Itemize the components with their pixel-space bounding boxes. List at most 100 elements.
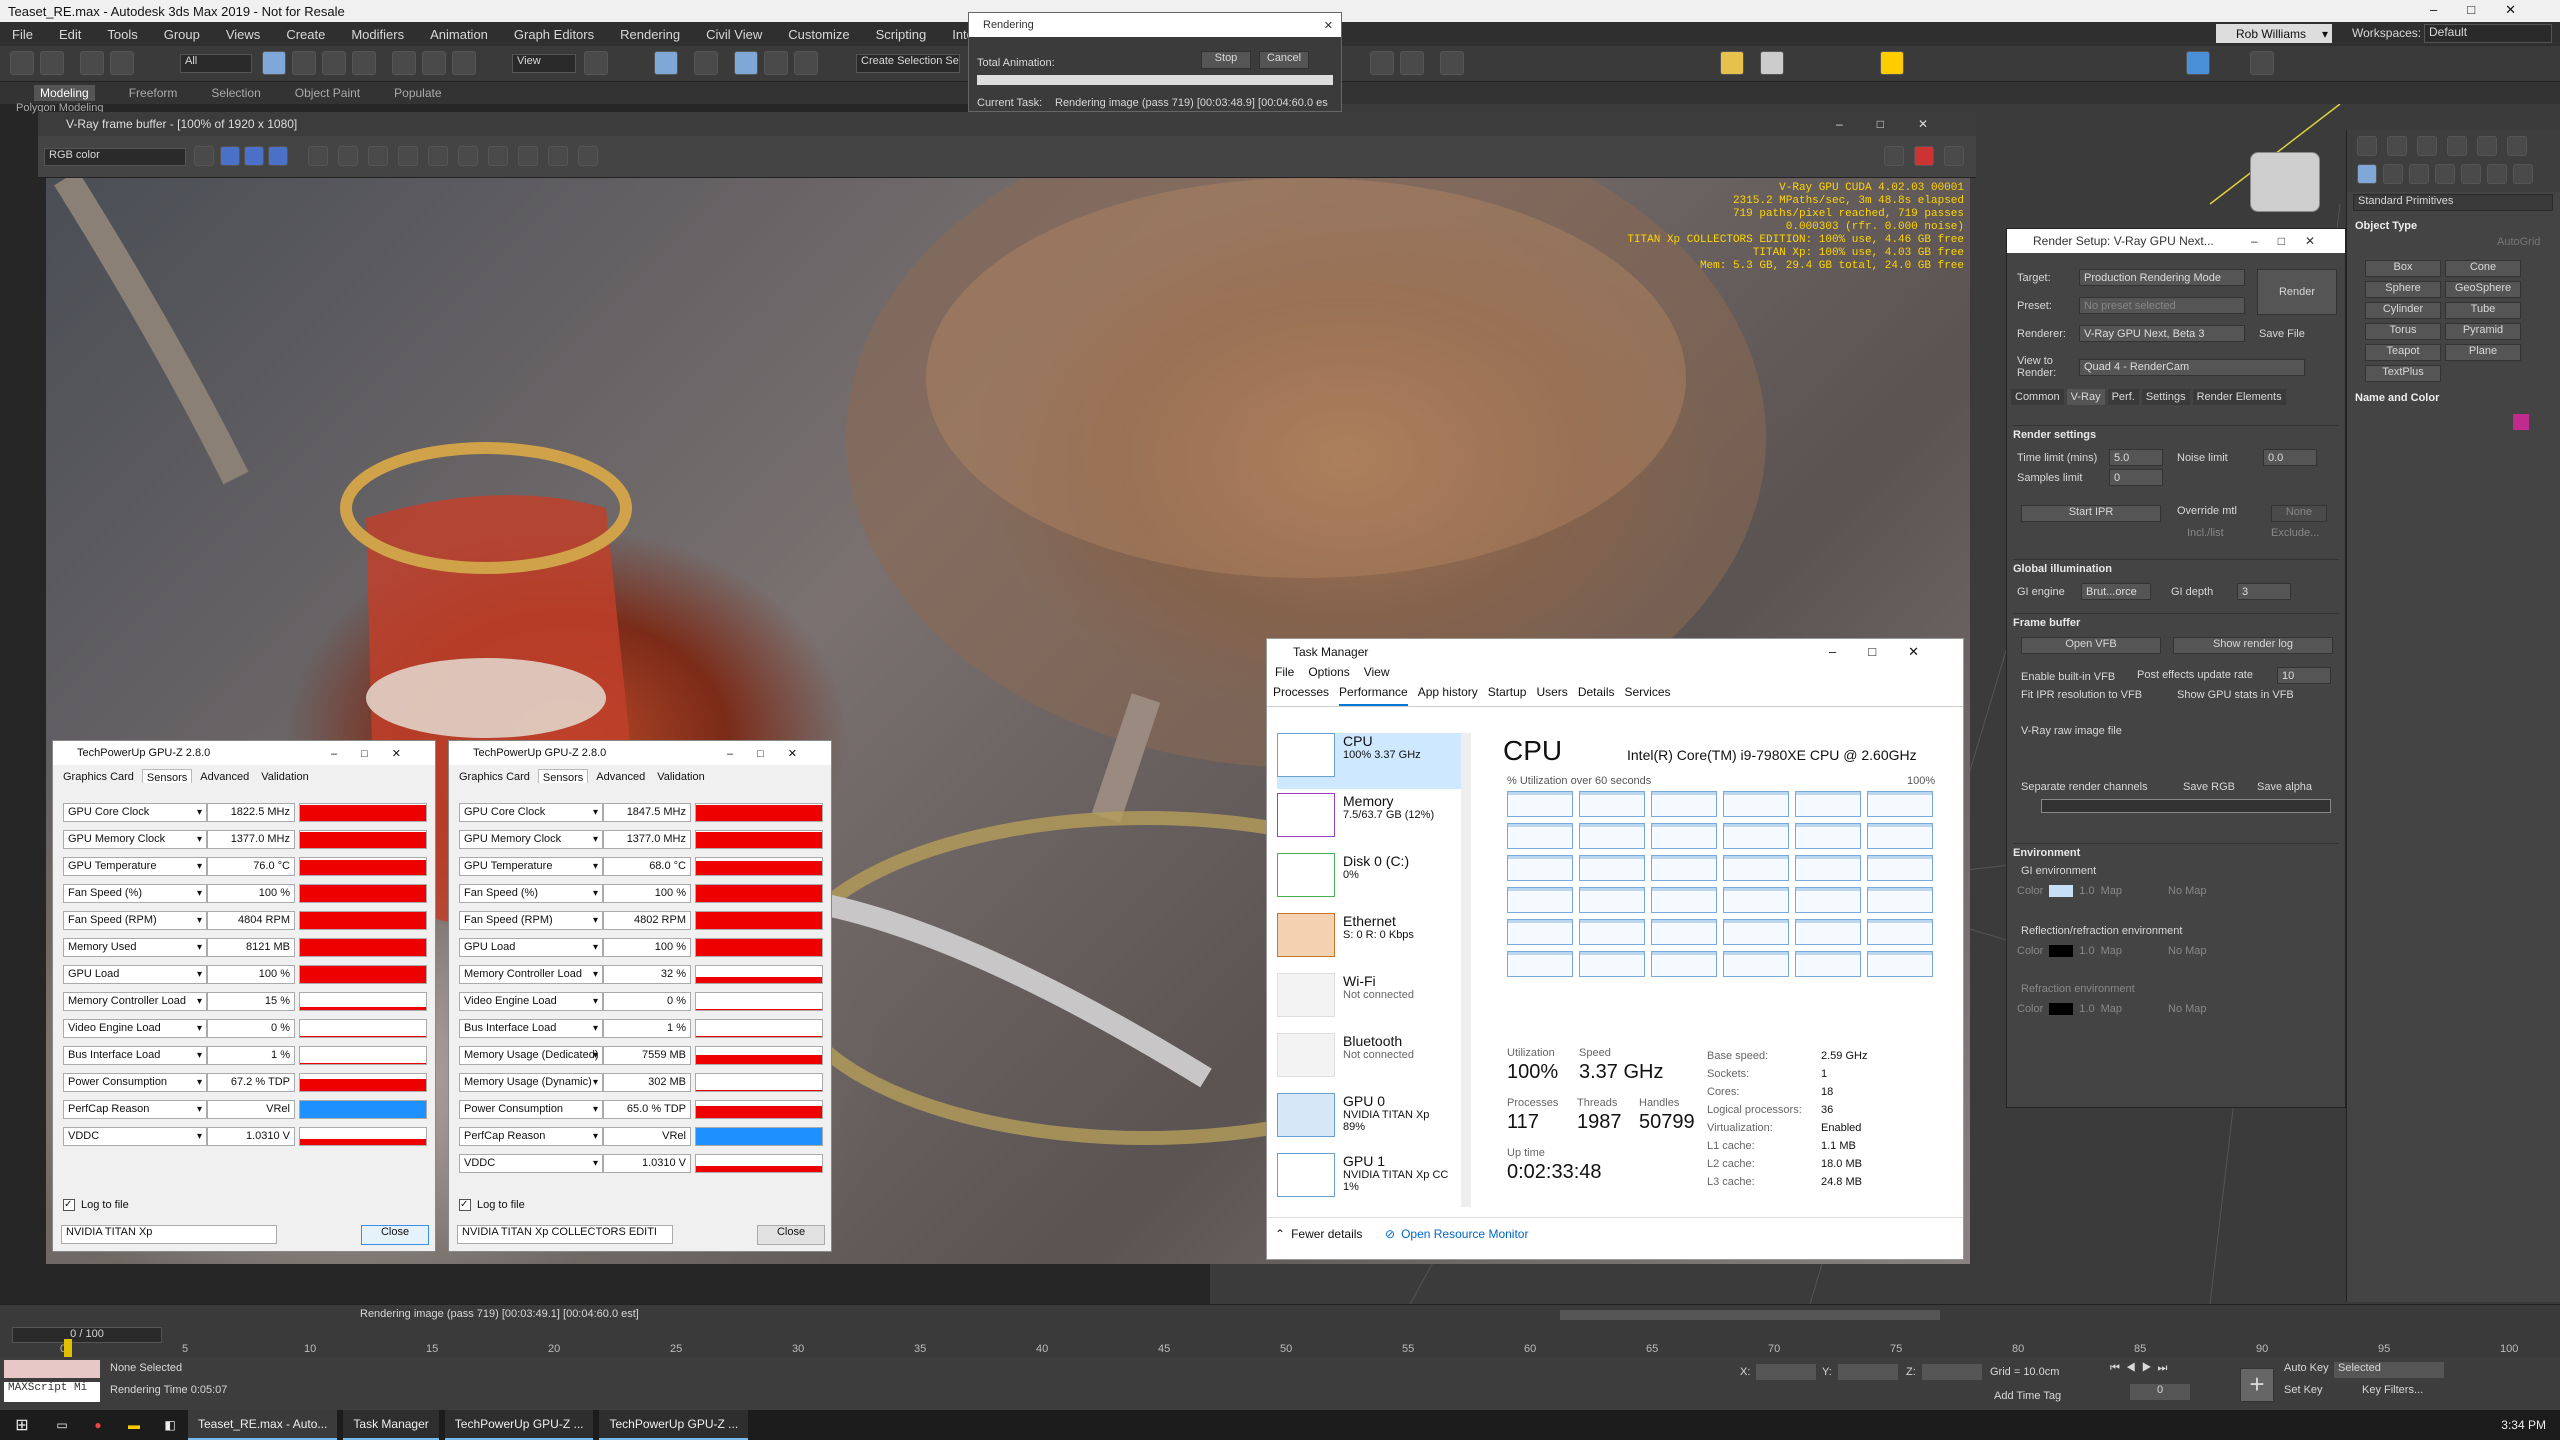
sensor-label[interactable]: PerfCap Reason	[459, 1126, 603, 1146]
channel-file-path-field[interactable]	[2041, 799, 2331, 813]
menu-file[interactable]: File	[12, 27, 33, 42]
rotate-icon[interactable]	[422, 51, 446, 75]
chrome-icon[interactable]: ●	[80, 1418, 116, 1432]
sensor-label[interactable]: Fan Speed (%)	[459, 883, 603, 903]
current-frame-field[interactable]: 0	[2130, 1384, 2190, 1400]
spacewarps-icon[interactable]	[2487, 164, 2507, 184]
gi-section[interactable]: Global illumination	[2013, 559, 2339, 575]
sensor-label[interactable]: Fan Speed (RPM)	[63, 910, 207, 930]
autogrid-checkbox[interactable]: AutoGrid	[2497, 236, 2540, 248]
menu-scripting[interactable]: Scripting	[876, 27, 927, 42]
sensor-label[interactable]: GPU Memory Clock	[459, 829, 603, 849]
cylinder-button[interactable]: Cylinder	[2365, 302, 2441, 319]
tm-tab-processes[interactable]: Processes	[1273, 685, 1329, 706]
refl-env-map-checkbox[interactable]: Map	[2101, 945, 2122, 957]
select-by-name-icon[interactable]	[292, 51, 316, 75]
samples-limit-field[interactable]: 0	[2109, 469, 2163, 486]
time-slider-handle[interactable]	[64, 1339, 72, 1357]
sensor-label[interactable]: Power Consumption	[63, 1072, 207, 1092]
perf-item-cpu[interactable]: CPU 100% 3.37 GHz	[1277, 733, 1461, 789]
tab-settings[interactable]: Settings	[2141, 389, 2190, 405]
mono-icon[interactable]	[338, 146, 358, 166]
tab-vray[interactable]: V-Ray	[2066, 389, 2105, 405]
app-icon[interactable]: ◧	[152, 1418, 188, 1432]
tab-advanced[interactable]: Advanced	[592, 769, 649, 783]
time-slider[interactable]: 0 / 100	[12, 1327, 162, 1343]
close-icon[interactable]: ✕	[1324, 19, 1333, 32]
taskbar-gpuz-2[interactable]: TechPowerUp GPU-Z ...	[599, 1410, 749, 1440]
perf-item-bluetooth[interactable]: Bluetooth Not connected	[1277, 1033, 1461, 1089]
menu-edit[interactable]: Edit	[59, 27, 81, 42]
redo-icon[interactable]	[40, 51, 64, 75]
tm-tab-users[interactable]: Users	[1536, 685, 1567, 706]
tm-tab-performance[interactable]: Performance	[1339, 685, 1408, 706]
menu-tools[interactable]: Tools	[107, 27, 137, 42]
set-key-icon[interactable]: +	[2240, 1368, 2274, 1402]
perf-item-wifi[interactable]: Wi-Fi Not connected	[1277, 973, 1461, 1029]
refr-env-color-swatch[interactable]	[2049, 1003, 2074, 1015]
save-rgb-checkbox[interactable]: Save RGB	[2183, 781, 2235, 793]
red-channel-icon[interactable]	[220, 146, 240, 166]
rendered-frame-window-icon[interactable]	[1400, 51, 1424, 75]
textplus-button[interactable]: TextPlus	[2365, 365, 2441, 382]
ribbon-tab-modeling[interactable]: Modeling	[34, 85, 95, 101]
region-select-icon[interactable]	[322, 51, 346, 75]
incl-list-button[interactable]: Incl./list	[2187, 527, 2224, 539]
timeline-ruler[interactable]: 0510152025303540455055606570758085909510…	[60, 1343, 2518, 1359]
tab-graphics-card[interactable]: Graphics Card	[455, 769, 534, 783]
perf-item-gpu0[interactable]: GPU 0 NVIDIA TITAN Xp 89%	[1277, 1093, 1461, 1149]
systems-icon[interactable]	[2513, 164, 2533, 184]
perf-item-disk[interactable]: Disk 0 (C:) 0%	[1277, 853, 1461, 909]
menu-customize[interactable]: Customize	[788, 27, 849, 42]
render-setup-icon[interactable]	[1370, 51, 1394, 75]
menu-animation[interactable]: Animation	[430, 27, 488, 42]
tab-advanced[interactable]: Advanced	[196, 769, 253, 783]
sensor-label[interactable]: GPU Load	[63, 964, 207, 984]
render-icon[interactable]	[1944, 146, 1964, 166]
menu-modifiers[interactable]: Modifiers	[351, 27, 404, 42]
sensor-label[interactable]: GPU Temperature	[459, 856, 603, 876]
view-to-render-dropdown[interactable]: Quad 4 - RenderCam	[2079, 358, 2305, 376]
perf-item-ethernet[interactable]: Ethernet S: 0 R: 0 Kbps	[1277, 913, 1461, 969]
shapes-icon[interactable]	[2383, 164, 2403, 184]
tm-tab-services[interactable]: Services	[1625, 685, 1671, 706]
sensor-label[interactable]: VDDC	[459, 1153, 603, 1173]
reflection-env-checkbox[interactable]: Reflection/refraction environment	[2021, 925, 2182, 937]
playback-controls[interactable]: ⏮◀▶⏭	[2110, 1362, 2230, 1380]
windows-start-icon[interactable]: ⊞	[0, 1415, 44, 1435]
cancel-button[interactable]: Cancel	[1259, 51, 1309, 69]
load-icon[interactable]	[398, 146, 418, 166]
tab-graphics-card[interactable]: Graphics Card	[59, 769, 138, 783]
undo-icon[interactable]	[10, 51, 34, 75]
save-alpha-checkbox[interactable]: Save alpha	[2257, 781, 2312, 793]
region-render-icon[interactable]	[488, 146, 508, 166]
edit-named-sets-icon[interactable]	[794, 51, 818, 75]
cone-button[interactable]: Cone	[2445, 260, 2521, 277]
sensor-label[interactable]: GPU Load	[459, 937, 603, 957]
ipr-icon[interactable]	[1884, 146, 1904, 166]
perf-item-memory[interactable]: Memory 7.5/63.7 GB (12%)	[1277, 793, 1461, 849]
render-button[interactable]: Render	[2257, 269, 2337, 315]
side-scrollbar[interactable]	[1461, 733, 1471, 1207]
primitive-category-dropdown[interactable]: Standard Primitives	[2353, 194, 2553, 211]
follow-mouse-icon[interactable]	[518, 146, 538, 166]
ribbon-tab-selection[interactable]: Selection	[211, 86, 260, 100]
coord-z-field[interactable]	[1922, 1364, 1982, 1380]
sensor-label[interactable]: GPU Temperature	[63, 856, 207, 876]
gpuz-window-controls[interactable]: –□✕	[727, 747, 821, 760]
helpers-icon[interactable]	[2461, 164, 2481, 184]
help-icon[interactable]	[2250, 51, 2274, 75]
tab-validation[interactable]: Validation	[257, 769, 313, 783]
gpu-select-dropdown[interactable]: NVIDIA TITAN Xp COLLECTORS EDITI	[457, 1225, 673, 1244]
named-selection-dropdown[interactable]: Create Selection Se	[856, 54, 960, 73]
noise-limit-field[interactable]: 0.0	[2263, 449, 2317, 466]
light-icon[interactable]	[1720, 51, 1744, 75]
tab-validation[interactable]: Validation	[653, 769, 709, 783]
tm-menu-options[interactable]: Options	[1308, 665, 1349, 685]
vfb-window-controls[interactable]: –□✕	[1836, 117, 1962, 131]
sensor-label[interactable]: GPU Memory Clock	[63, 829, 207, 849]
preset-dropdown[interactable]: No preset selected	[2079, 297, 2245, 314]
ribbon-tab-object-paint[interactable]: Object Paint	[295, 86, 360, 100]
render-settings-section[interactable]: Render settings	[2013, 425, 2339, 441]
user-account-dropdown[interactable]: Rob Williams ▾	[2216, 24, 2332, 43]
